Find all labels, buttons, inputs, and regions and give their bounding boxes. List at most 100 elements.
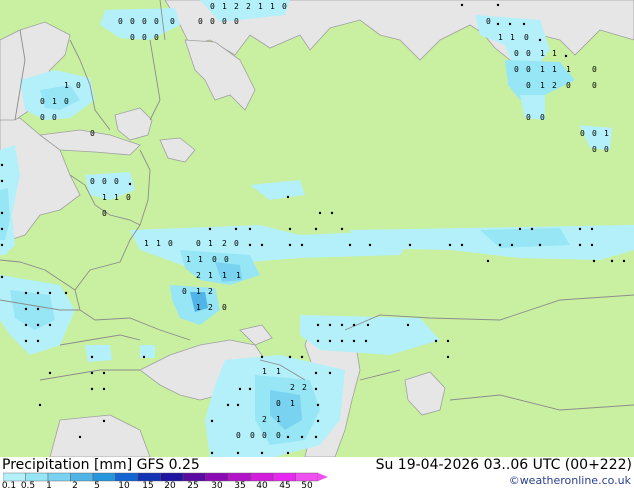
value-label: 0: [224, 255, 229, 264]
value-label: 1: [196, 287, 201, 296]
value-label: 0: [142, 17, 147, 26]
map-footer: Precipitation [mm] GFS 0.25 Su 19-04-202…: [0, 457, 634, 491]
credit-link[interactable]: ©weatheronline.co.uk: [509, 474, 631, 487]
value-label: 0: [234, 17, 239, 26]
value-label: 2: [196, 271, 201, 280]
scale-swatch: [295, 472, 319, 482]
value-label: 1: [208, 271, 213, 280]
value-label: 0: [198, 17, 203, 26]
scale-swatch: [92, 472, 116, 482]
value-label: 0: [170, 17, 175, 26]
value-label: 2: [302, 383, 307, 392]
value-label: 1: [144, 239, 149, 248]
value-label: 2: [222, 239, 227, 248]
value-label: 0: [102, 177, 107, 186]
value-label: 0: [64, 97, 69, 106]
value-label: 2: [552, 81, 557, 90]
scale-swatch: [47, 472, 71, 482]
value-label: 1: [540, 49, 545, 58]
value-label: 2: [262, 415, 267, 424]
scale-swatch: [137, 472, 161, 482]
scale-swatch: [272, 472, 296, 482]
value-label: 0: [526, 113, 531, 122]
scale-swatch: [25, 472, 49, 482]
value-label: 1: [156, 239, 161, 248]
value-label: 1: [208, 239, 213, 248]
precipitation-map: 0 0 0 0 0 0 0 0 0 0 1 2 2 1 1 0 0 0 0 0 …: [0, 0, 634, 457]
scale-swatch: [160, 472, 184, 482]
value-label: 0: [154, 33, 159, 42]
scale-swatch: [3, 472, 26, 482]
value-label: 1: [290, 399, 295, 408]
value-label: 1: [222, 271, 227, 280]
value-label: 1: [114, 193, 119, 202]
forecast-datetime: Su 19-04-2026 03..06 UTC (00+222): [375, 457, 632, 473]
scale-swatch: [227, 472, 251, 482]
value-label: 0: [222, 17, 227, 26]
value-label: 2: [246, 2, 251, 11]
value-label: 0: [118, 17, 123, 26]
value-label: 0: [52, 113, 57, 122]
value-label: 0: [276, 399, 281, 408]
value-label: 0: [250, 431, 255, 440]
value-label: 0: [540, 113, 545, 122]
value-label: 0: [526, 81, 531, 90]
value-label: 1: [262, 367, 267, 376]
scale-swatch: [70, 472, 94, 482]
value-label: 0: [514, 65, 519, 74]
value-label: 1: [196, 303, 201, 312]
value-label: 0: [102, 209, 107, 218]
value-label: 0: [90, 129, 95, 138]
value-label: 1: [552, 65, 557, 74]
value-label: 0: [580, 129, 585, 138]
value-label: 1: [604, 129, 609, 138]
value-label: 1: [236, 271, 241, 280]
value-label: 1: [270, 2, 275, 11]
value-label: 2: [208, 287, 213, 296]
value-label: 1: [186, 255, 191, 264]
value-label: 1: [222, 2, 227, 11]
value-label: 0: [566, 81, 571, 90]
value-label: 1: [540, 65, 545, 74]
value-label: 1: [198, 255, 203, 264]
value-label: 0: [524, 33, 529, 42]
value-label: 0: [592, 65, 597, 74]
value-label: 0: [592, 145, 597, 154]
value-label: 0: [130, 17, 135, 26]
scale-arrow: [318, 473, 328, 481]
value-label: 0: [40, 97, 45, 106]
value-label: 0: [276, 431, 281, 440]
value-label: 1: [52, 97, 57, 106]
value-label: 1: [552, 49, 557, 58]
value-label: 0: [222, 303, 227, 312]
value-label: 0: [514, 49, 519, 58]
value-label: 1: [566, 65, 571, 74]
value-label: 0: [210, 17, 215, 26]
value-label: 0: [168, 239, 173, 248]
value-label: 0: [114, 177, 119, 186]
value-label: 0: [196, 239, 201, 248]
value-label: 0: [592, 129, 597, 138]
value-label: 0: [76, 81, 81, 90]
value-label: 0: [526, 65, 531, 74]
value-label: 0: [592, 81, 597, 90]
value-label: 1: [102, 193, 107, 202]
value-label: 1: [276, 415, 281, 424]
value-label: 0: [130, 33, 135, 42]
value-label: 0: [126, 193, 131, 202]
scale-swatch: [250, 472, 274, 482]
value-label: 1: [258, 2, 263, 11]
scale-swatch: [115, 472, 139, 482]
value-label: 0: [40, 113, 45, 122]
value-label: 2: [234, 2, 239, 11]
map-title: Precipitation [mm] GFS 0.25: [2, 457, 200, 473]
value-label: 0: [486, 17, 491, 26]
value-label: 0: [142, 33, 147, 42]
value-label: 0: [212, 255, 217, 264]
value-label: 0: [210, 2, 215, 11]
value-label: 1: [510, 33, 515, 42]
value-label: 0: [282, 2, 287, 11]
value-label: 0: [90, 177, 95, 186]
value-label: 0: [236, 431, 241, 440]
value-label: 1: [64, 81, 69, 90]
